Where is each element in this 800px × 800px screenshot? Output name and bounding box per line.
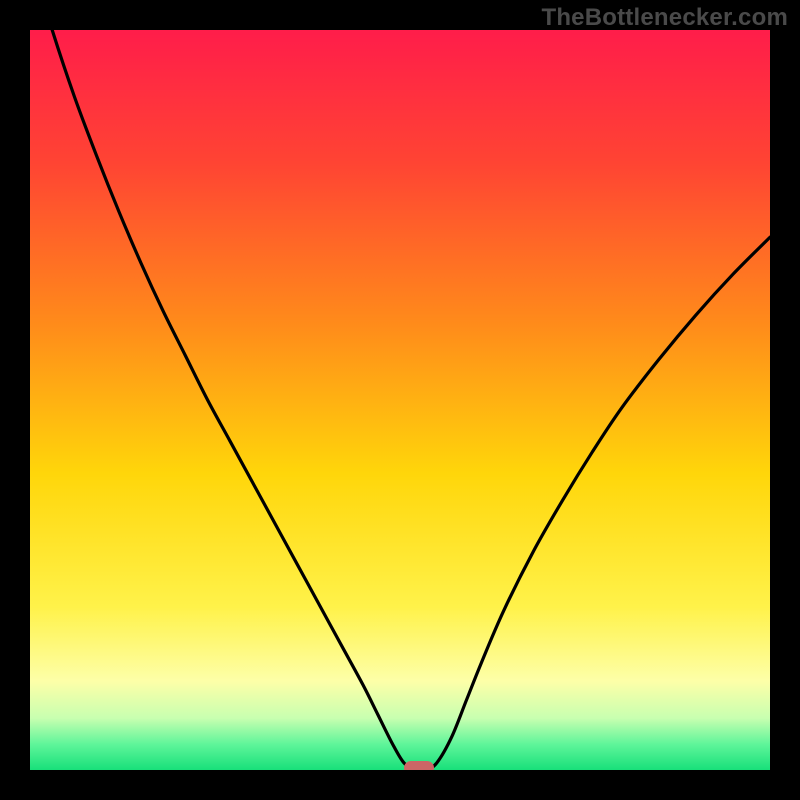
- watermark-text: TheBottlenecker.com: [541, 4, 788, 32]
- plot-frame: [30, 30, 770, 770]
- chart-stage: TheBottlenecker.com: [0, 0, 800, 800]
- plot-svg: [30, 30, 770, 770]
- optimal-marker: [404, 761, 434, 770]
- plot-area: [30, 30, 770, 770]
- gradient-background: [30, 30, 770, 770]
